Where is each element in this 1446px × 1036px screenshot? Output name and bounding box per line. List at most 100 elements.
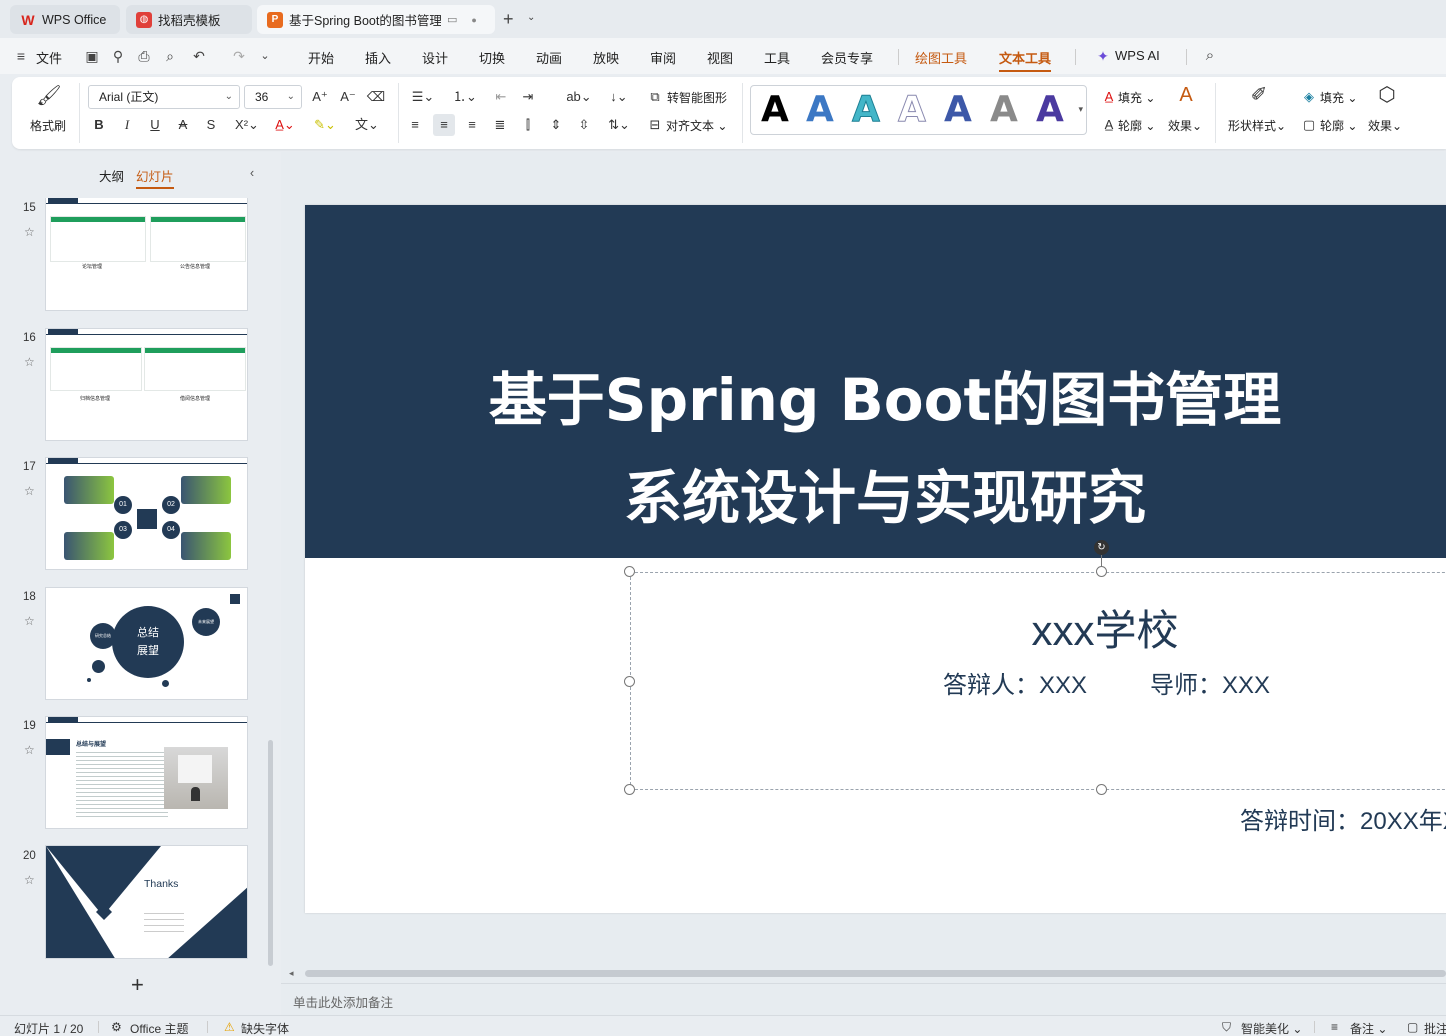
advisor-text[interactable]: 导师：XXX bbox=[1150, 665, 1270, 700]
smart-graphic-button[interactable]: 转智能图形 bbox=[667, 89, 727, 106]
align-left-icon[interactable]: ≡ bbox=[404, 114, 426, 136]
menu-review[interactable]: 审阅 bbox=[650, 48, 676, 67]
star-icon[interactable]: ☆ bbox=[24, 873, 35, 887]
bold-icon[interactable]: B bbox=[88, 114, 110, 136]
tab-wps-office[interactable]: W WPS Office bbox=[10, 5, 120, 34]
increase-indent-icon[interactable]: ⇥ bbox=[517, 86, 539, 108]
shape-effect-button[interactable]: 效果⌄ bbox=[1368, 117, 1402, 134]
menu-text-tools[interactable]: 文本工具 bbox=[999, 48, 1052, 72]
resize-handle[interactable] bbox=[624, 676, 635, 687]
tab-document[interactable]: P 基于Spring Boot的图书管理系统设计与实现研究 ▭ ● bbox=[257, 5, 495, 34]
notes-pane[interactable]: 单击此处添加备注 bbox=[281, 983, 1446, 1015]
school-name[interactable]: xxx学校 bbox=[1005, 597, 1205, 658]
superscript-icon[interactable]: X²⌄ bbox=[232, 114, 262, 136]
align-text-icon[interactable]: ⊟ bbox=[644, 114, 666, 136]
star-icon[interactable]: ☆ bbox=[24, 743, 35, 757]
line-spacing-icon[interactable]: ⇕ bbox=[545, 114, 567, 136]
save-icon[interactable]: ▣ bbox=[83, 47, 101, 65]
highlight-icon[interactable]: ✎⌄ bbox=[310, 114, 340, 136]
resize-handle[interactable] bbox=[1096, 566, 1107, 577]
collapse-panel-icon[interactable]: ‹ bbox=[250, 166, 254, 180]
shape-outline-button[interactable]: 轮廓 ⌄ bbox=[1320, 117, 1357, 134]
format-painter-icon[interactable]: 🖌︎ bbox=[36, 85, 62, 111]
strikethrough-icon[interactable]: A bbox=[172, 114, 194, 136]
increase-font-icon[interactable]: A⁺ bbox=[309, 86, 331, 108]
notes-toggle[interactable]: 备注 ⌄ bbox=[1350, 1020, 1387, 1036]
menu-transition[interactable]: 切换 bbox=[479, 48, 505, 67]
menu-home[interactable]: 开始 bbox=[308, 48, 334, 67]
resize-handle[interactable] bbox=[1096, 784, 1107, 795]
shape-effect-icon[interactable]: ⬡ bbox=[1374, 84, 1400, 110]
menu-design[interactable]: 设计 bbox=[422, 48, 448, 67]
bullet-list-icon[interactable]: ☰⌄ bbox=[408, 86, 438, 108]
smart-graphic-icon[interactable]: ⧉ bbox=[644, 86, 666, 108]
missing-font-button[interactable]: 缺失字体 bbox=[241, 1020, 289, 1036]
column-icon[interactable]: ⇅⌄ bbox=[604, 114, 634, 136]
text-style-gray-icon[interactable]: A bbox=[990, 89, 1018, 131]
phonetic-icon[interactable]: 文⌄ bbox=[350, 114, 384, 136]
decrease-font-icon[interactable]: A⁻ bbox=[337, 86, 359, 108]
slide-canvas[interactable]: 基于Spring Boot的图书管理 系统设计与实现研究 ↻ xxx学校 答辩人… bbox=[305, 205, 1446, 913]
resize-handle[interactable] bbox=[624, 784, 635, 795]
chevron-down-icon[interactable]: ⌄ bbox=[527, 12, 535, 23]
menu-wps-ai[interactable]: WPS AI bbox=[1115, 48, 1160, 63]
paragraph-spacing-icon[interactable]: ⇳ bbox=[573, 114, 595, 136]
font-color-icon[interactable]: A̲⌄ bbox=[270, 114, 300, 136]
theme-label[interactable]: Office 主题 bbox=[130, 1020, 188, 1036]
shape-style-button[interactable]: 形状样式⌄ bbox=[1228, 117, 1286, 134]
text-outline-button[interactable]: 轮廓 ⌄ bbox=[1118, 117, 1155, 134]
text-fill-button[interactable]: 填充 ⌄ bbox=[1118, 89, 1155, 106]
underline-icon[interactable]: U bbox=[144, 114, 166, 136]
search-icon[interactable]: ⌕ bbox=[1201, 47, 1219, 65]
text-effect-button[interactable]: 效果⌄ bbox=[1168, 117, 1202, 134]
align-right-icon[interactable]: ≡ bbox=[461, 114, 483, 136]
slide-thumbnail-16[interactable]: 归档信息管理 借阅信息管理 bbox=[45, 328, 248, 441]
sort-icon[interactable]: ↓⌄ bbox=[604, 86, 634, 108]
format-painter-button[interactable]: 格式刷 bbox=[30, 117, 66, 134]
shape-fill-button[interactable]: 填充 ⌄ bbox=[1320, 89, 1357, 106]
defense-time-text[interactable]: 答辩时间：20XX年X bbox=[1240, 801, 1446, 836]
decrease-indent-icon[interactable]: ⇤ bbox=[490, 86, 512, 108]
panel-scrollbar[interactable] bbox=[268, 740, 273, 966]
rotate-handle-icon[interactable]: ↻ bbox=[1094, 540, 1109, 555]
star-icon[interactable]: ☆ bbox=[24, 225, 35, 239]
text-direction-icon[interactable]: ab⌄ bbox=[564, 86, 594, 108]
shape-fill-icon[interactable]: ◈ bbox=[1298, 86, 1320, 108]
file-menu[interactable]: 文件 bbox=[36, 48, 62, 67]
menu-insert[interactable]: 插入 bbox=[365, 48, 391, 67]
numbered-list-icon[interactable]: ⒈⌄ bbox=[450, 86, 480, 108]
slide-thumbnail-20[interactable]: Thanks bbox=[45, 845, 248, 959]
star-icon[interactable]: ☆ bbox=[24, 484, 35, 498]
menu-member[interactable]: 会员专享 bbox=[821, 48, 873, 67]
text-effect-icon[interactable]: A bbox=[1173, 84, 1199, 110]
distribute-icon[interactable]: ⫿ bbox=[517, 114, 539, 136]
clear-format-icon[interactable]: ⌫ bbox=[365, 86, 387, 108]
comments-toggle[interactable]: 批注 bbox=[1424, 1020, 1446, 1036]
slide-title-line2[interactable]: 系统设计与实现研究 bbox=[305, 451, 1446, 535]
font-name-select[interactable]: Arial (正文) ⌄ bbox=[88, 85, 240, 109]
gallery-more-icon[interactable]: ▾ bbox=[1078, 104, 1083, 115]
text-style-blue-icon[interactable]: A bbox=[806, 89, 834, 131]
text-style-purple-icon[interactable]: A bbox=[1036, 89, 1064, 131]
text-style-navy-icon[interactable]: A bbox=[944, 89, 972, 131]
beautify-button[interactable]: 智能美化 ⌄ bbox=[1241, 1020, 1302, 1036]
horizontal-scrollbar[interactable] bbox=[305, 970, 1446, 977]
slide-title-line1[interactable]: 基于Spring Boot的图书管理 bbox=[305, 353, 1446, 437]
screen-icon[interactable]: ▭ bbox=[447, 13, 457, 26]
redo-icon[interactable]: ↷ bbox=[230, 47, 248, 65]
font-size-select[interactable]: 36 ⌄ bbox=[244, 85, 302, 109]
slide-thumbnail-15[interactable]: 论坛管理 公告信息管理 bbox=[45, 198, 248, 311]
slide-thumbnail-19[interactable]: 总结与展望 bbox=[45, 716, 248, 829]
new-tab-button[interactable]: + bbox=[503, 9, 514, 30]
shadow-icon[interactable]: S bbox=[200, 114, 222, 136]
text-fill-icon[interactable]: A̲ bbox=[1098, 86, 1120, 108]
menu-slideshow[interactable]: 放映 bbox=[593, 48, 619, 67]
tab-slides[interactable]: 幻灯片 bbox=[136, 166, 174, 189]
print-icon[interactable]: ⎙ bbox=[135, 47, 153, 65]
print-preview-icon[interactable]: ⌕ bbox=[161, 47, 179, 65]
menu-tools[interactable]: 工具 bbox=[764, 48, 790, 67]
hamburger-icon[interactable]: ≡ bbox=[12, 47, 30, 65]
link-icon[interactable]: ⚲ bbox=[109, 47, 127, 65]
align-text-button[interactable]: 对齐文本 ⌄ bbox=[666, 117, 727, 134]
chevron-down-icon[interactable]: ⌄ bbox=[256, 47, 274, 65]
